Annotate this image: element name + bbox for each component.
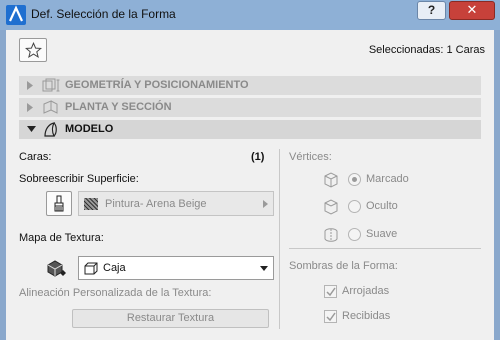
override-surface-label: Sobreescribir Superficie: xyxy=(19,173,139,185)
vertices-label: Vértices: xyxy=(289,151,332,163)
override-surface-toggle[interactable] xyxy=(46,191,72,216)
checkmark-icon xyxy=(326,312,336,322)
texture-map-label: Mapa de Textura: xyxy=(19,232,104,244)
expanded-arrow-icon xyxy=(27,126,36,132)
vertices-hidden-radio[interactable] xyxy=(348,200,361,213)
title-bar[interactable]: Def. Selección de la Forma ? ✕ xyxy=(0,0,500,30)
vertices-smooth-label: Suave xyxy=(366,228,398,240)
section-model-header[interactable]: MODELO xyxy=(19,120,481,139)
section-plan-header[interactable]: PLANTA Y SECCIÓN xyxy=(19,98,481,117)
vertices-marked-radio[interactable] xyxy=(348,173,361,186)
section-geometry-label: GEOMETRÍA Y POSICIONAMIENTO xyxy=(65,79,249,91)
shadows-received-label: Recibidas xyxy=(342,310,391,322)
dialog-body: Seleccionadas: 1 Caras GEOMETRÍA Y POSIC… xyxy=(6,30,494,340)
material-swatch xyxy=(84,198,98,210)
close-button[interactable]: ✕ xyxy=(449,1,495,20)
archicad-app-icon xyxy=(6,5,26,25)
collapsed-arrow-icon xyxy=(27,81,33,90)
plan-section-icon xyxy=(43,100,58,114)
right-column-separator xyxy=(289,248,481,249)
vertex-marked-icon xyxy=(324,172,338,188)
section-geometry-header[interactable]: GEOMETRÍA Y POSICIONAMIENTO xyxy=(19,76,481,95)
section-model-label: MODELO xyxy=(65,123,114,135)
faces-count: (1) xyxy=(251,151,265,163)
geometry-icon xyxy=(42,78,60,92)
box-projection-icon xyxy=(84,262,98,275)
collapsed-arrow-icon xyxy=(27,103,33,112)
surface-material-picker[interactable]: Pintura- Arena Beige xyxy=(78,191,274,216)
texture-cube-icon xyxy=(47,260,66,277)
vertex-hidden-icon xyxy=(324,199,338,215)
texture-map-dropdown[interactable]: Caja xyxy=(78,256,274,280)
help-button[interactable]: ? xyxy=(417,1,446,20)
favorites-button[interactable] xyxy=(19,38,47,62)
vertex-smooth-icon xyxy=(324,228,338,242)
selection-count: Seleccionadas: 1 Caras xyxy=(368,44,485,56)
column-divider xyxy=(279,149,280,329)
custom-texture-alignment-label: Alineación Personalizada de la Textura: xyxy=(19,287,212,299)
model-icon xyxy=(44,122,57,137)
shadows-cast-checkbox[interactable] xyxy=(324,285,337,298)
shadows-label: Sombras de la Forma: xyxy=(289,260,398,272)
chevron-right-icon xyxy=(263,200,268,208)
vertices-smooth-radio[interactable] xyxy=(348,228,361,241)
chevron-down-icon xyxy=(260,266,268,271)
texture-map-value: Caja xyxy=(103,262,126,274)
faces-label: Caras: xyxy=(19,151,52,163)
dialog-window: Def. Selección de la Forma ? ✕ Seleccion… xyxy=(0,0,500,340)
shadows-received-checkbox[interactable] xyxy=(324,310,337,323)
window-title: Def. Selección de la Forma xyxy=(31,7,176,21)
paint-brush-icon xyxy=(54,195,64,212)
star-icon xyxy=(25,42,42,58)
restore-texture-button[interactable]: Restaurar Textura xyxy=(72,309,269,328)
shadows-cast-label: Arrojadas xyxy=(342,285,390,297)
checkmark-icon xyxy=(326,287,336,297)
vertices-hidden-label: Oculto xyxy=(366,200,398,212)
surface-material-value: Pintura- Arena Beige xyxy=(105,198,207,210)
vertices-marked-label: Marcado xyxy=(366,173,409,185)
section-plan-label: PLANTA Y SECCIÓN xyxy=(65,101,172,113)
